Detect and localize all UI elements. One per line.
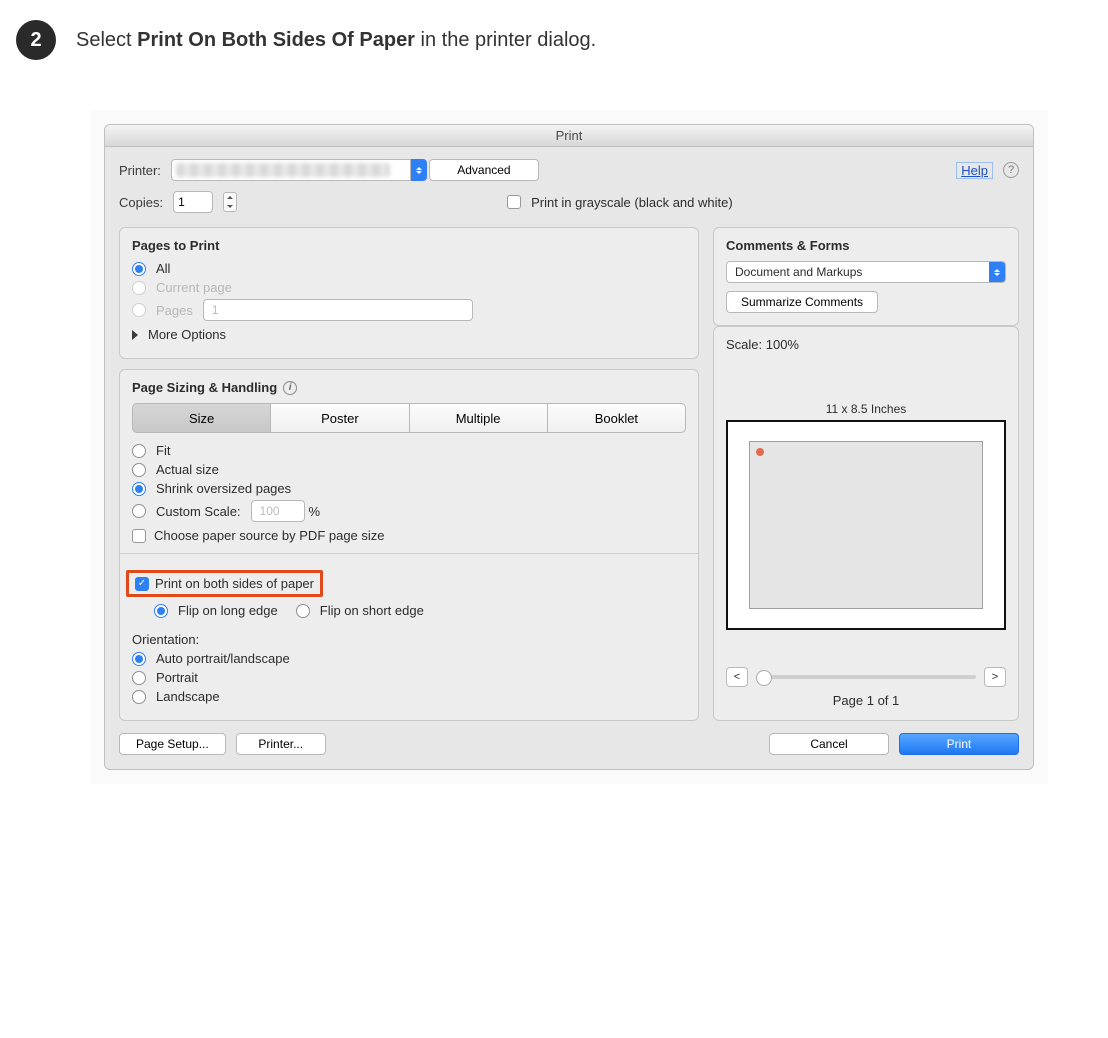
highlighted-option: Print on both sides of paper: [126, 570, 323, 597]
preview-dimensions: 11 x 8.5 Inches: [726, 402, 1006, 416]
instruction-row: 2 Select Print On Both Sides Of Paper in…: [0, 0, 1108, 70]
grayscale-checkbox[interactable]: [507, 195, 521, 209]
orient-landscape-radio[interactable]: [132, 690, 146, 704]
printer-button[interactable]: Printer...: [236, 733, 326, 755]
pages-all-radio[interactable]: [132, 262, 146, 276]
pages-all-label: All: [156, 261, 170, 276]
prev-page-button[interactable]: <: [726, 667, 748, 687]
tab-multiple[interactable]: Multiple: [410, 403, 548, 433]
preview-panel: Scale: 100% 11 x 8.5 Inches < > Page 1 o…: [713, 326, 1019, 721]
comments-panel-title: Comments & Forms: [726, 238, 1006, 253]
dialog-titlebar: Print: [105, 125, 1033, 147]
orient-portrait-label: Portrait: [156, 670, 198, 685]
print-dialog: Print Printer: Advanced Help ? Copies: P…: [104, 124, 1034, 770]
summarize-comments-button[interactable]: Summarize Comments: [726, 291, 878, 313]
actual-size-label: Actual size: [156, 462, 219, 477]
advanced-button[interactable]: Advanced: [429, 159, 539, 181]
flip-long-radio[interactable]: [154, 604, 168, 618]
comments-dropdown-value: Document and Markups: [735, 262, 862, 282]
flip-long-label: Flip on long edge: [178, 603, 278, 618]
tab-size[interactable]: Size: [132, 403, 271, 433]
comments-dropdown[interactable]: Document and Markups: [726, 261, 1006, 283]
both-sides-label: Print on both sides of paper: [155, 576, 314, 591]
preview-thumbnail: [726, 420, 1006, 630]
orient-auto-radio[interactable]: [132, 652, 146, 666]
step-number-badge: 2: [16, 20, 56, 60]
tab-poster[interactable]: Poster: [271, 403, 409, 433]
percent-label: %: [309, 504, 321, 519]
pages-current-label: Current page: [156, 280, 232, 295]
scale-label: Scale: 100%: [726, 337, 1006, 352]
tab-booklet[interactable]: Booklet: [548, 403, 686, 433]
flip-short-label: Flip on short edge: [320, 603, 424, 618]
grayscale-label: Print in grayscale (black and white): [531, 195, 733, 210]
more-options-label[interactable]: More Options: [148, 327, 226, 342]
orient-portrait-radio[interactable]: [132, 671, 146, 685]
printer-label: Printer:: [119, 163, 161, 178]
flip-short-radio[interactable]: [296, 604, 310, 618]
pages-range-input[interactable]: [203, 299, 473, 321]
sizing-panel-title: Page Sizing & Handling: [132, 380, 277, 395]
orient-landscape-label: Landscape: [156, 689, 220, 704]
actual-size-radio[interactable]: [132, 463, 146, 477]
custom-scale-label: Custom Scale:: [156, 504, 241, 519]
page-slider[interactable]: [756, 675, 976, 679]
info-icon[interactable]: i: [283, 381, 297, 395]
page-indicator: Page 1 of 1: [726, 693, 1006, 708]
shrink-radio[interactable]: [132, 482, 146, 496]
chevron-updown-icon: [989, 262, 1005, 282]
paper-source-checkbox[interactable]: [132, 529, 146, 543]
pages-panel-title: Pages to Print: [132, 238, 686, 253]
shrink-label: Shrink oversized pages: [156, 481, 291, 496]
copies-input[interactable]: [173, 191, 213, 213]
both-sides-checkbox[interactable]: [135, 577, 149, 591]
paper-source-label: Choose paper source by PDF page size: [154, 528, 385, 543]
instruction-suffix: in the printer dialog.: [415, 29, 596, 51]
help-link[interactable]: Help: [956, 162, 993, 179]
chevron-updown-icon: [411, 159, 427, 181]
comments-panel: Comments & Forms Document and Markups Su…: [713, 227, 1019, 326]
pages-range-label: Pages: [156, 303, 193, 318]
next-page-button[interactable]: >: [984, 667, 1006, 687]
sizing-panel: Page Sizing & Handling i Size Poster Mul…: [119, 369, 699, 721]
print-button[interactable]: Print: [899, 733, 1019, 755]
screenshot-container: Print Printer: Advanced Help ? Copies: P…: [90, 110, 1048, 784]
printer-name-redacted: [171, 159, 411, 181]
copies-stepper[interactable]: [223, 192, 237, 212]
printer-select[interactable]: [171, 159, 419, 181]
instruction-text: Select Print On Both Sides Of Paper in t…: [76, 29, 596, 52]
pages-to-print-panel: Pages to Print All Current page Pages Mo…: [119, 227, 699, 359]
instruction-prefix: Select: [76, 29, 137, 51]
copies-label: Copies:: [119, 195, 163, 210]
custom-scale-radio[interactable]: [132, 504, 146, 518]
disclosure-arrow-icon[interactable]: [132, 330, 138, 340]
orientation-title: Orientation:: [132, 632, 686, 647]
fit-label: Fit: [156, 443, 170, 458]
help-icon[interactable]: ?: [1003, 162, 1019, 178]
custom-scale-input[interactable]: [251, 500, 305, 522]
pages-range-radio[interactable]: [132, 303, 146, 317]
fit-radio[interactable]: [132, 444, 146, 458]
orient-auto-label: Auto portrait/landscape: [156, 651, 290, 666]
cancel-button[interactable]: Cancel: [769, 733, 889, 755]
pages-current-radio[interactable]: [132, 281, 146, 295]
instruction-bold: Print On Both Sides Of Paper: [137, 29, 415, 51]
page-setup-button[interactable]: Page Setup...: [119, 733, 226, 755]
sizing-tabs: Size Poster Multiple Booklet: [132, 403, 686, 433]
